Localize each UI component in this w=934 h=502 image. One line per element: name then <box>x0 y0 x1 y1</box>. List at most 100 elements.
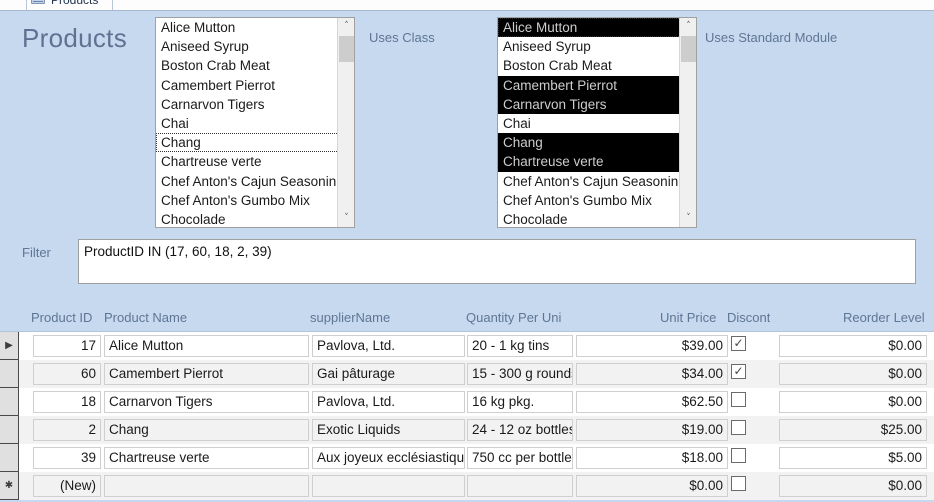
list-item[interactable]: Boston Crab Meat <box>498 56 681 75</box>
cell-supplier-name[interactable]: Aux joyeux ecclésiastiqu <box>312 447 465 469</box>
cell-discontinued[interactable] <box>731 475 748 497</box>
list-item[interactable]: Camembert Pierrot <box>156 76 339 95</box>
cell-discontinued[interactable]: ✓ <box>731 363 748 385</box>
list-item[interactable]: Chef Anton's Gumbo Mix <box>156 191 339 210</box>
list-item[interactable]: Alice Mutton <box>498 18 681 37</box>
cell-unit-price[interactable]: $19.00 <box>576 419 728 441</box>
cell-product-id[interactable]: 17 <box>33 335 101 357</box>
checkbox-unchecked-icon[interactable] <box>731 448 746 463</box>
chevron-down-icon[interactable]: ˅ <box>680 210 697 227</box>
list-item[interactable]: Chartreuse verte <box>156 152 339 171</box>
cell-reorder-level[interactable]: $5.00 <box>779 447 927 469</box>
checkbox-unchecked-icon[interactable] <box>731 392 746 407</box>
cell-product-id[interactable]: 60 <box>33 363 101 385</box>
uses-class-listbox-scrollbar[interactable]: ˄ ˅ <box>679 18 696 227</box>
list-item[interactable]: Chang <box>156 133 339 152</box>
column-header-quantity-per-unit[interactable]: Quantity Per Uni <box>466 304 561 332</box>
cell-product-id[interactable]: 39 <box>33 447 101 469</box>
cell-product-name[interactable]: Carnarvon Tigers <box>104 391 309 413</box>
cell-quantity-per-unit[interactable] <box>467 475 573 497</box>
list-item[interactable]: Aniseed Syrup <box>498 37 681 56</box>
cell-quantity-per-unit[interactable]: 750 cc per bottle <box>467 447 573 469</box>
list-item[interactable]: Carnarvon Tigers <box>498 95 681 114</box>
cell-discontinued[interactable] <box>731 391 748 413</box>
cell-supplier-name[interactable] <box>312 475 465 497</box>
cell-reorder-level[interactable]: $25.00 <box>779 419 927 441</box>
cell-product-id[interactable]: 18 <box>33 391 101 413</box>
cell-product-name[interactable]: Alice Mutton <box>104 335 309 357</box>
record-selector[interactable] <box>0 360 19 388</box>
list-item[interactable]: Chocolade <box>156 210 339 228</box>
list-item[interactable]: Chai <box>498 114 681 133</box>
list-item[interactable]: Chang <box>498 133 681 152</box>
cell-reorder-level[interactable]: $0.00 <box>779 363 927 385</box>
cell-product-name[interactable]: Camembert Pierrot <box>104 363 309 385</box>
current-record-arrow[interactable]: ▶ <box>0 332 19 360</box>
checkbox-unchecked-icon[interactable] <box>731 420 746 435</box>
cell-reorder-level[interactable]: $0.00 <box>779 475 927 497</box>
filter-input[interactable]: ProductID IN (17, 60, 18, 2, 39) <box>78 239 916 284</box>
tab-products[interactable]: Products <box>26 0 113 10</box>
cell-quantity-per-unit[interactable]: 16 kg pkg. <box>467 391 573 413</box>
cell-unit-price[interactable]: $34.00 <box>576 363 728 385</box>
cell-product-name[interactable]: Chartreuse verte <box>104 447 309 469</box>
table-row[interactable]: ▶ 17Alice MuttonPavlova, Ltd.20 - 1 kg ti… <box>0 332 934 360</box>
list-item[interactable]: Chartreuse verte <box>498 152 681 171</box>
record-selector[interactable] <box>0 416 19 444</box>
cell-quantity-per-unit[interactable]: 15 - 300 g rounds <box>467 363 573 385</box>
cell-discontinued[interactable]: ✓ <box>731 335 748 357</box>
class-free-product-listbox-items[interactable]: Alice MuttonAniseed SyrupBoston Crab Mea… <box>156 18 339 227</box>
column-header-discontinued[interactable]: Discont <box>727 304 770 332</box>
cell-quantity-per-unit[interactable]: 20 - 1 kg tins <box>467 335 573 357</box>
record-selector[interactable] <box>0 388 19 416</box>
table-row[interactable]: 60Camembert PierrotGai pâturage15 - 300 … <box>0 360 934 388</box>
list-item[interactable]: Chai <box>156 114 339 133</box>
cell-supplier-name[interactable]: Pavlova, Ltd. <box>312 391 465 413</box>
cell-quantity-per-unit[interactable]: 24 - 12 oz bottles <box>467 419 573 441</box>
column-header-unit-price[interactable]: Unit Price <box>660 304 716 332</box>
list-item[interactable]: Boston Crab Meat <box>156 56 339 75</box>
column-header-product-id[interactable]: Product ID <box>31 304 92 332</box>
list-item[interactable]: Alice Mutton <box>156 18 339 37</box>
column-header-product-name[interactable]: Product Name <box>104 304 187 332</box>
cell-discontinued[interactable] <box>731 419 748 441</box>
checkbox-checked-icon[interactable]: ✓ <box>731 336 746 351</box>
list-item[interactable]: Camembert Pierrot <box>498 76 681 95</box>
table-row[interactable]: 2ChangExotic Liquids24 - 12 oz bottles$1… <box>0 416 934 444</box>
cell-product-name[interactable]: Chang <box>104 419 309 441</box>
cell-unit-price[interactable]: $18.00 <box>576 447 728 469</box>
cell-reorder-level[interactable]: $0.00 <box>779 335 927 357</box>
chevron-up-icon[interactable]: ˄ <box>680 18 697 35</box>
table-row[interactable]: 18Carnarvon TigersPavlova, Ltd.16 kg pkg… <box>0 388 934 416</box>
list-item[interactable]: Carnarvon Tigers <box>156 95 339 114</box>
list-item[interactable]: Chef Anton's Gumbo Mix <box>498 191 681 210</box>
class-free-product-listbox[interactable]: Alice MuttonAniseed SyrupBoston Crab Mea… <box>155 17 355 228</box>
cell-product-name[interactable] <box>104 475 309 497</box>
uses-class-product-listbox[interactable]: Alice MuttonAniseed SyrupBoston Crab Mea… <box>497 17 697 228</box>
table-row[interactable]: 39Chartreuse verteAux joyeux ecclésiasti… <box>0 444 934 472</box>
cell-supplier-name[interactable]: Pavlova, Ltd. <box>312 335 465 357</box>
new-record-asterisk[interactable]: ✱ <box>0 472 19 500</box>
cell-product-id[interactable]: (New) <box>33 475 101 497</box>
cell-unit-price[interactable]: $0.00 <box>576 475 728 497</box>
list-item[interactable]: Chef Anton's Cajun Seasonin <box>156 172 339 191</box>
chevron-down-icon[interactable]: ˅ <box>338 210 355 227</box>
cell-discontinued[interactable] <box>731 447 748 469</box>
scrollbar-thumb[interactable] <box>339 36 354 62</box>
cell-reorder-level[interactable]: $0.00 <box>779 391 927 413</box>
list-item[interactable]: Aniseed Syrup <box>156 37 339 56</box>
table-row[interactable]: ✱ (New) $0.00 $0.00 <box>0 472 934 500</box>
list-item[interactable]: Chef Anton's Cajun Seasonin <box>498 172 681 191</box>
list-item[interactable]: Chocolade <box>498 210 681 228</box>
chevron-up-icon[interactable]: ˄ <box>338 18 355 35</box>
cell-product-id[interactable]: 2 <box>33 419 101 441</box>
cell-unit-price[interactable]: $62.50 <box>576 391 728 413</box>
cell-supplier-name[interactable]: Exotic Liquids <box>312 419 465 441</box>
scrollbar-thumb[interactable] <box>681 36 696 62</box>
checkbox-checked-icon[interactable]: ✓ <box>731 364 746 379</box>
cell-supplier-name[interactable]: Gai pâturage <box>312 363 465 385</box>
record-selector[interactable] <box>0 444 19 472</box>
checkbox-unchecked-icon[interactable] <box>731 476 746 491</box>
cell-unit-price[interactable]: $39.00 <box>576 335 728 357</box>
column-header-reorder-level[interactable]: Reorder Level <box>843 304 925 332</box>
